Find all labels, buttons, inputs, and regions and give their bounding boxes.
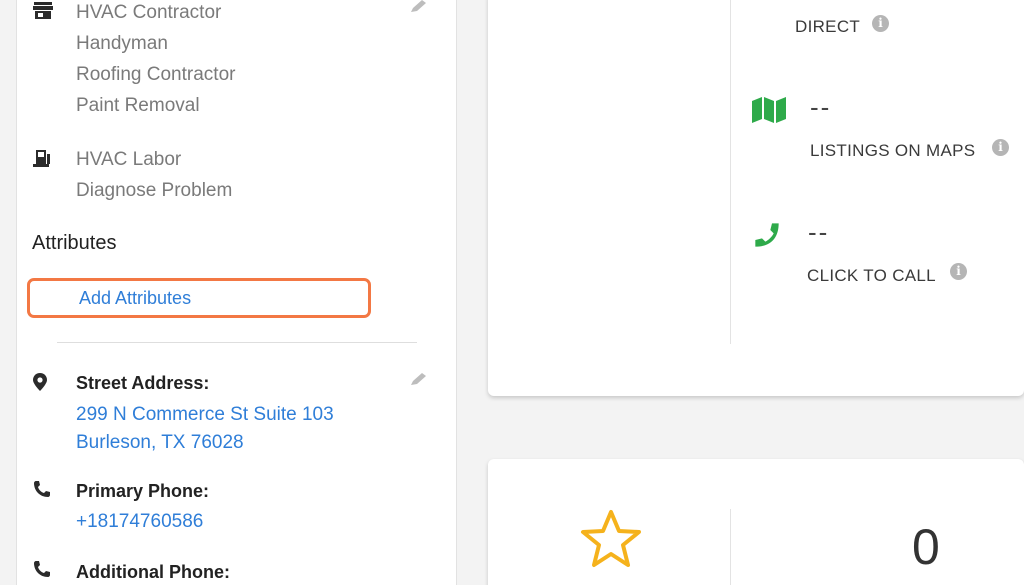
category-item: Paint Removal [76, 95, 200, 116]
add-attributes-highlight: Add Attributes [27, 278, 371, 318]
street-address-label: Street Address: [76, 373, 210, 393]
info-icon[interactable]: i [872, 15, 889, 32]
address-line-2[interactable]: Burleson, TX 76028 [76, 432, 244, 454]
phone-icon [33, 480, 51, 503]
call-value: -- [808, 217, 830, 247]
add-attributes-link[interactable]: Add Attributes [79, 288, 191, 309]
star-icon [580, 509, 642, 574]
edit-categories-icon[interactable] [409, 0, 427, 19]
additional-phone-label: Additional Phone: [76, 562, 230, 582]
primary-phone-label: Primary Phone: [76, 481, 210, 501]
location-pin-icon [33, 373, 47, 396]
maps-label: LISTINGS ON MAPS [810, 141, 976, 160]
direct-label: DIRECT [795, 17, 861, 36]
category-item: HVAC Contractor [76, 2, 222, 23]
service-icon [33, 148, 55, 173]
maps-value: -- [810, 92, 832, 122]
reviews-count: 0 [912, 519, 940, 575]
category-item: Roofing Contractor [76, 64, 236, 85]
edit-address-icon[interactable] [409, 373, 427, 392]
info-icon[interactable]: i [992, 139, 1009, 156]
service-item: Diagnose Problem [76, 180, 233, 201]
phone-icon [752, 220, 782, 255]
divider [57, 342, 417, 343]
attributes-title: Attributes [32, 232, 117, 254]
card-divider [730, 509, 731, 585]
map-icon [752, 97, 786, 128]
call-label: CLICK TO CALL [807, 266, 936, 285]
primary-phone-value[interactable]: +18174760586 [76, 511, 203, 533]
insights-card: DIRECT i -- LISTINGS ON MAPS i -- CLICK … [488, 0, 1024, 396]
category-item: Handyman [76, 33, 168, 54]
card-divider [730, 0, 731, 344]
business-info-panel: HVAC Contractor Handyman Roofing Contrac… [16, 0, 457, 585]
phone-icon [33, 560, 51, 583]
service-item: HVAC Labor [76, 149, 182, 170]
address-line-1[interactable]: 299 N Commerce St Suite 103 [76, 404, 334, 426]
store-icon [33, 2, 53, 25]
reviews-card [488, 459, 1024, 585]
info-icon[interactable]: i [950, 263, 967, 280]
